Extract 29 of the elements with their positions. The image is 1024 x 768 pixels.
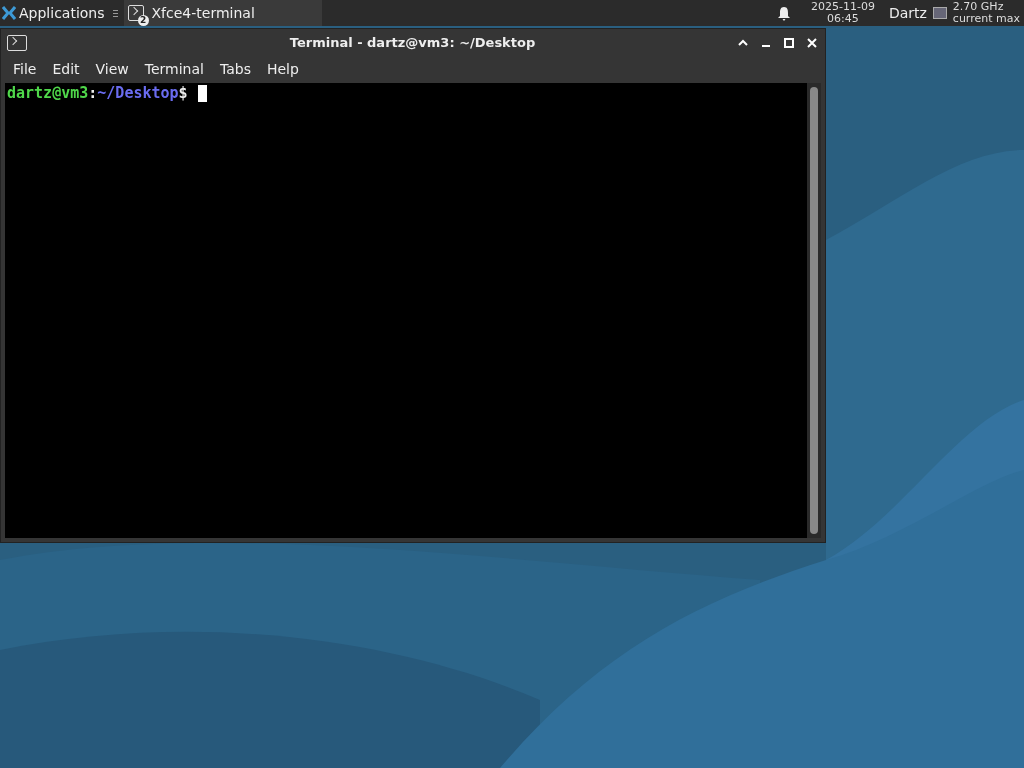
x-logo-icon [2,6,16,20]
menu-item[interactable]: Edit [44,61,88,77]
close-icon[interactable] [807,37,817,48]
cpu-frequency: 2.70 GHz current max [952,1,1020,25]
clock[interactable]: 2025-11-09 06:45 [810,1,875,25]
menu-item[interactable]: File [5,61,45,77]
taskbar-button[interactable]: 2 Xfce4-terminal [123,0,322,26]
prompt-separator: : [88,84,98,102]
menu-item[interactable]: Help [258,61,307,77]
applications-menu[interactable]: Applications [0,0,107,26]
user-name[interactable]: Dartz [888,5,927,21]
text-cursor [197,84,207,102]
cpu-graph-icon [932,7,947,19]
notification-bell-icon[interactable] [776,5,791,21]
scrollbar-thumb[interactable] [810,87,818,534]
menu-item[interactable]: Tabs [211,61,259,77]
prompt-symbol: $ [178,84,188,102]
scrollbar[interactable] [807,83,821,538]
terminal-area[interactable]: dartz@vm3:~/Desktop$ [5,83,821,538]
shade-icon[interactable] [738,38,748,47]
prompt-user-host: dartz@vm3 [7,84,89,102]
maximize-icon[interactable] [784,37,794,48]
menu-item[interactable]: View [87,61,137,77]
terminal-icon [7,34,27,51]
menu-item[interactable]: Terminal [136,61,212,77]
prompt-path: ~/Desktop [97,84,179,102]
separator-handle-icon[interactable] [112,9,118,17]
count-badge: 2 [137,15,149,26]
window-title: Terminal - dartz@vm3: ~/Desktop [288,35,537,50]
